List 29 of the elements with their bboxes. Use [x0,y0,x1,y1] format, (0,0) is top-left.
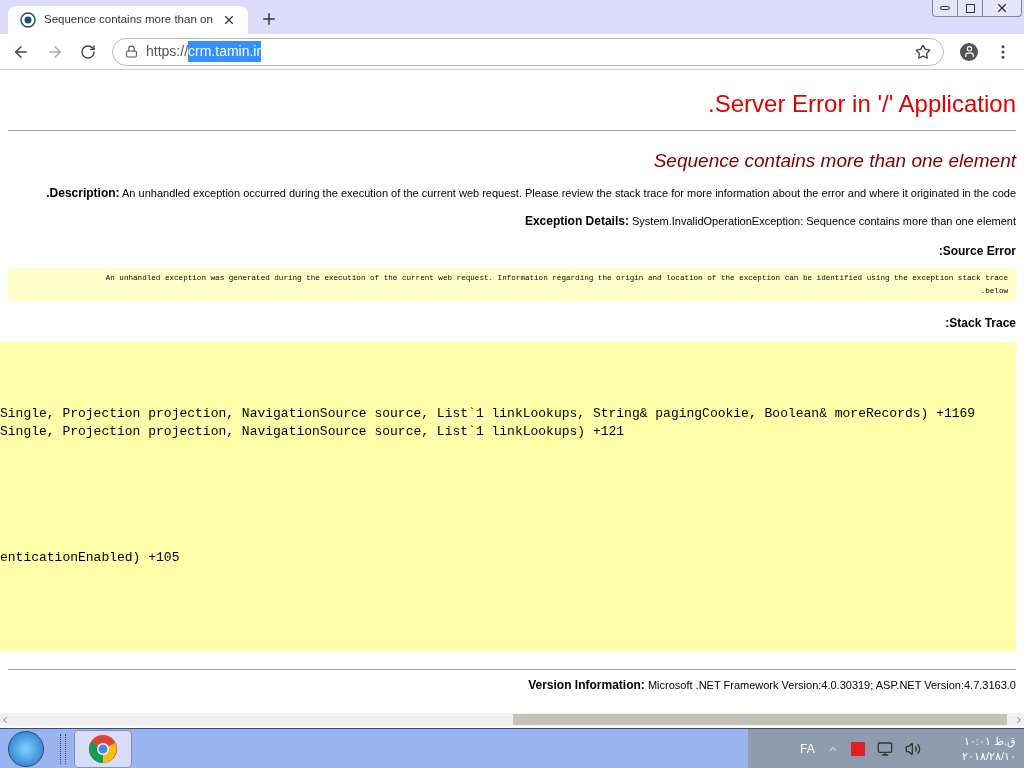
browser-taskbar-button[interactable] [74,729,132,768]
section-heading: :Source Error [937,242,1016,260]
version-info: Version Information: Microsoft .NET Framework Version:4.0.30319; ASP.NET Version:4.7.3163.0 [527,676,1016,694]
exception-details: Exception Details: System.InvalidOperationException: Sequence contains more than one element [523,212,1016,230]
close-icon[interactable] [222,13,236,27]
description-text: .Description: An unhandled exception occurred during the execution of the current web request. Please review the stack trace for more information about the error and where it originated in the code [45,184,1016,202]
new-tab-icon[interactable] [260,10,278,28]
browser-icon [88,733,118,764]
profile-icon[interactable] [960,42,978,61]
volume-icon[interactable] [904,740,921,757]
star-icon[interactable] [915,43,931,60]
site-icon [20,12,36,28]
page-title: .Server Error in '/' Application [707,89,1016,119]
network-icon[interactable] [876,740,893,757]
scroll-right-icon[interactable] [1014,714,1024,725]
reload-icon[interactable] [80,43,96,60]
section-heading: :Stack Trace [944,314,1016,332]
error-message: Sequence contains more than one element [652,149,1016,173]
close-icon[interactable] [995,1,1009,15]
stack-trace-box: Single, Projection projection, NavigationSource source, List`1 linkLookups, String& pagingCookie, Boolean& moreRecords) +1169 Single, Projection projection, NavigationSource source, List`1 linkLookups) +121 enticationEnabled) +105 [0,341,1016,651]
browser-tab[interactable]: Sequence contains more than on [8,6,248,34]
lock-icon [125,45,138,58]
clock-time: ق.ظ ۱۰:۰۱ [962,733,1016,749]
start-icon[interactable] [8,730,44,767]
url-host: crm.tamin.ir [188,41,262,62]
horizontal-scrollbar[interactable] [0,713,1024,726]
scroll-left-icon[interactable] [0,714,10,725]
clock-date: ۲۰۱۸/۲۸/۱۰ [961,748,1016,764]
tab-title: Sequence contains more than on [44,12,214,28]
